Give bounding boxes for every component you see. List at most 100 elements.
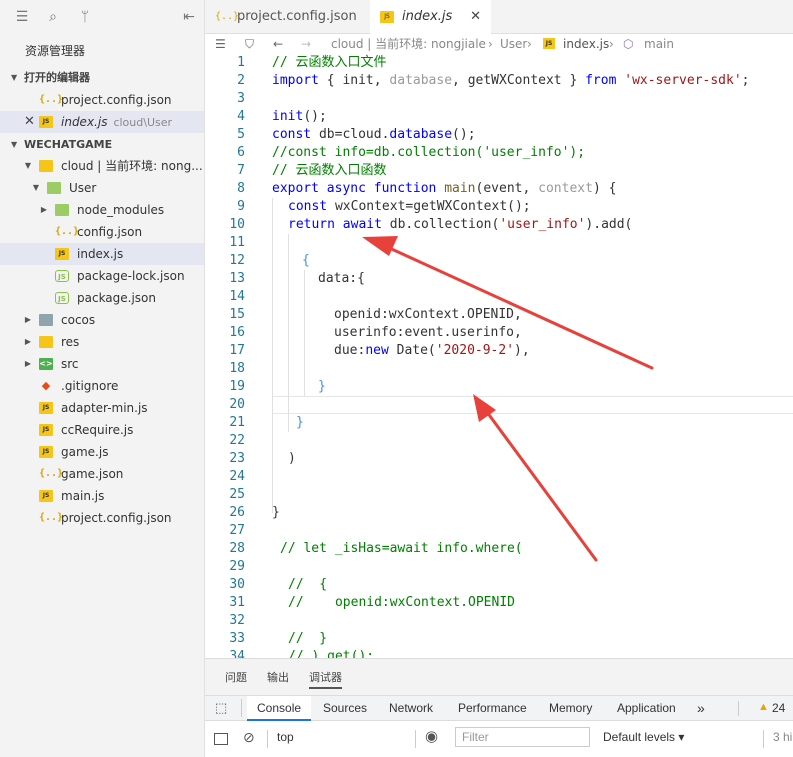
line-number: 7 bbox=[237, 163, 245, 178]
tree-item-config-json[interactable]: {..} config.json bbox=[0, 221, 204, 243]
tree-item-game-js[interactable]: JS game.js bbox=[0, 441, 204, 463]
list-icon[interactable]: ☰ bbox=[14, 9, 30, 25]
divider bbox=[267, 730, 268, 748]
tree-item-node-modules[interactable]: ▶ node_modules bbox=[0, 199, 204, 221]
eye-icon[interactable]: ◉ bbox=[425, 727, 438, 745]
warning-icon[interactable]: ▲ bbox=[758, 701, 769, 713]
open-editors-header[interactable]: ▼ 打开的编辑器 bbox=[0, 68, 204, 88]
code-line: const db=cloud.database(); bbox=[272, 127, 476, 142]
tab-output[interactable]: 输出 bbox=[267, 669, 289, 685]
code-comment: //const info=db.collection('user_info'); bbox=[272, 145, 586, 160]
explorer-title: 资源管理器 bbox=[25, 44, 86, 58]
more-tabs-icon[interactable]: » bbox=[697, 696, 705, 721]
open-editors-title: 打开的编辑器 bbox=[24, 71, 90, 84]
forward-arrow-icon[interactable]: → bbox=[301, 34, 311, 54]
tree-item-package-json[interactable]: JS package.json bbox=[0, 287, 204, 309]
search-icon[interactable]: ⌕ bbox=[45, 9, 61, 25]
tab-performance[interactable]: Performance bbox=[458, 696, 527, 721]
line-number: 10 bbox=[229, 217, 245, 232]
tree-item-main-js[interactable]: JS main.js bbox=[0, 485, 204, 507]
bookmark-icon[interactable]: ⛉ bbox=[245, 34, 254, 54]
tree-item-user[interactable]: ▼ User bbox=[0, 177, 204, 199]
code-editor[interactable]: 1 // 云函数入口文件 2 import { init, database, ge… bbox=[205, 54, 793, 658]
tree-item-ccrequire[interactable]: JS ccRequire.js bbox=[0, 419, 204, 441]
js-icon: JS bbox=[39, 116, 53, 128]
close-icon[interactable]: ✕ bbox=[470, 0, 481, 34]
levels-select[interactable]: Default levels ▾ bbox=[603, 730, 684, 744]
node-icon: JS bbox=[55, 270, 69, 282]
list-icon[interactable]: ☰ bbox=[215, 34, 226, 54]
tab-application[interactable]: Application bbox=[617, 696, 676, 721]
divider bbox=[738, 701, 739, 716]
line-number: 33 bbox=[229, 631, 245, 646]
tab-problems[interactable]: 问题 bbox=[225, 669, 247, 685]
warning-count[interactable]: 24 bbox=[772, 696, 785, 721]
code-comment: // } bbox=[288, 631, 328, 646]
breadcrumb: ☰ ⛉ ← → cloud | 当前环境: nongjiale › User ›… bbox=[205, 34, 793, 54]
filter-input[interactable]: Filter bbox=[455, 727, 590, 747]
line-number: 31 bbox=[229, 595, 245, 610]
code-comment: // { bbox=[288, 577, 328, 592]
tree-item-label: package.json bbox=[77, 291, 157, 305]
line-number: 5 bbox=[237, 127, 245, 142]
folder-icon bbox=[55, 204, 69, 216]
breadcrumb-file[interactable]: index.js bbox=[563, 34, 609, 54]
tree-item-gitignore[interactable]: ◆ .gitignore bbox=[0, 375, 204, 397]
open-editor-item-active[interactable]: ✕ JS index.js cloud\User bbox=[0, 111, 204, 133]
collapse-panel-icon[interactable]: ⇤ bbox=[181, 9, 197, 25]
hidden-count: 3 hi bbox=[773, 730, 793, 744]
tab-console[interactable]: Console bbox=[247, 696, 312, 721]
tree-item-label: game.js bbox=[61, 445, 109, 459]
sidebar-toggle-icon[interactable] bbox=[214, 733, 228, 745]
folder-icon bbox=[39, 314, 53, 326]
tree-item-package-lock[interactable]: JS package-lock.json bbox=[0, 265, 204, 287]
tab-project-config[interactable]: {..} project.config.json bbox=[205, 0, 370, 34]
inspect-icon[interactable]: ⬚ bbox=[215, 700, 227, 716]
branch-icon[interactable]: ᛘ bbox=[77, 9, 93, 25]
line-number: 23 bbox=[229, 451, 245, 466]
line-number: 22 bbox=[229, 433, 245, 448]
breadcrumb-symbol[interactable]: main bbox=[644, 34, 674, 54]
workspace-header[interactable]: ▼ WECHATGAME bbox=[0, 135, 204, 155]
tree-item-cocos[interactable]: ▶ cocos bbox=[0, 309, 204, 331]
tree-item-src[interactable]: ▶ <> src bbox=[0, 353, 204, 375]
code-line: openid:wxContext.OPENID, bbox=[334, 307, 522, 322]
folder-open-icon bbox=[39, 160, 53, 172]
close-icon[interactable]: ✕ bbox=[24, 111, 35, 133]
tree-item-index-js[interactable]: JS index.js bbox=[0, 243, 204, 265]
clear-console-icon[interactable]: ⊘ bbox=[243, 729, 255, 746]
line-number: 21 bbox=[229, 415, 245, 430]
tree-item-label: game.json bbox=[61, 467, 124, 481]
tab-sources[interactable]: Sources bbox=[323, 696, 367, 721]
line-number: 4 bbox=[237, 109, 245, 124]
tree-item-label: adapter-min.js bbox=[61, 401, 148, 415]
tab-debugger[interactable]: 调试器 bbox=[309, 669, 342, 689]
open-editor-item[interactable]: {..} project.config.json bbox=[0, 89, 204, 111]
tab-memory[interactable]: Memory bbox=[549, 696, 592, 721]
context-select[interactable]: top bbox=[277, 730, 294, 744]
breadcrumb-path[interactable]: cloud | 当前环境: nongjiale bbox=[331, 34, 486, 54]
divider bbox=[415, 730, 416, 748]
chevron-right-icon: › bbox=[609, 37, 614, 51]
json-icon: {..} bbox=[39, 468, 64, 479]
code-comment: // let _isHas=await info.where( bbox=[280, 541, 523, 556]
breadcrumb-folder[interactable]: User bbox=[500, 34, 527, 54]
tree-item-label: index.js bbox=[77, 247, 124, 261]
back-arrow-icon[interactable]: ← bbox=[273, 34, 283, 54]
chevron-right-icon: › bbox=[488, 37, 493, 51]
tree-item-cloud[interactable]: ▼ cloud | 当前环境: nong... bbox=[0, 155, 204, 177]
tab-network[interactable]: Network bbox=[389, 696, 433, 721]
code-comment: // 云函数入口函数 bbox=[272, 163, 387, 178]
code-brace: { bbox=[302, 253, 310, 268]
js-icon: JS bbox=[39, 446, 53, 458]
tab-index-js[interactable]: JS index.js ✕ bbox=[370, 0, 491, 34]
tree-item-game-json[interactable]: {..} game.json bbox=[0, 463, 204, 485]
tree-item-res[interactable]: ▶ res bbox=[0, 331, 204, 353]
js-icon: JS bbox=[39, 402, 53, 414]
tree-item-project-config[interactable]: {..} project.config.json bbox=[0, 507, 204, 529]
code-brace: } bbox=[318, 379, 326, 394]
sidebar-toolbar: ☰ ⌕ ᛘ ⇤ bbox=[0, 0, 204, 34]
code-comment: // ).get(); bbox=[288, 649, 375, 658]
js-icon: JS bbox=[380, 11, 394, 23]
tree-item-adapter-min[interactable]: JS adapter-min.js bbox=[0, 397, 204, 419]
